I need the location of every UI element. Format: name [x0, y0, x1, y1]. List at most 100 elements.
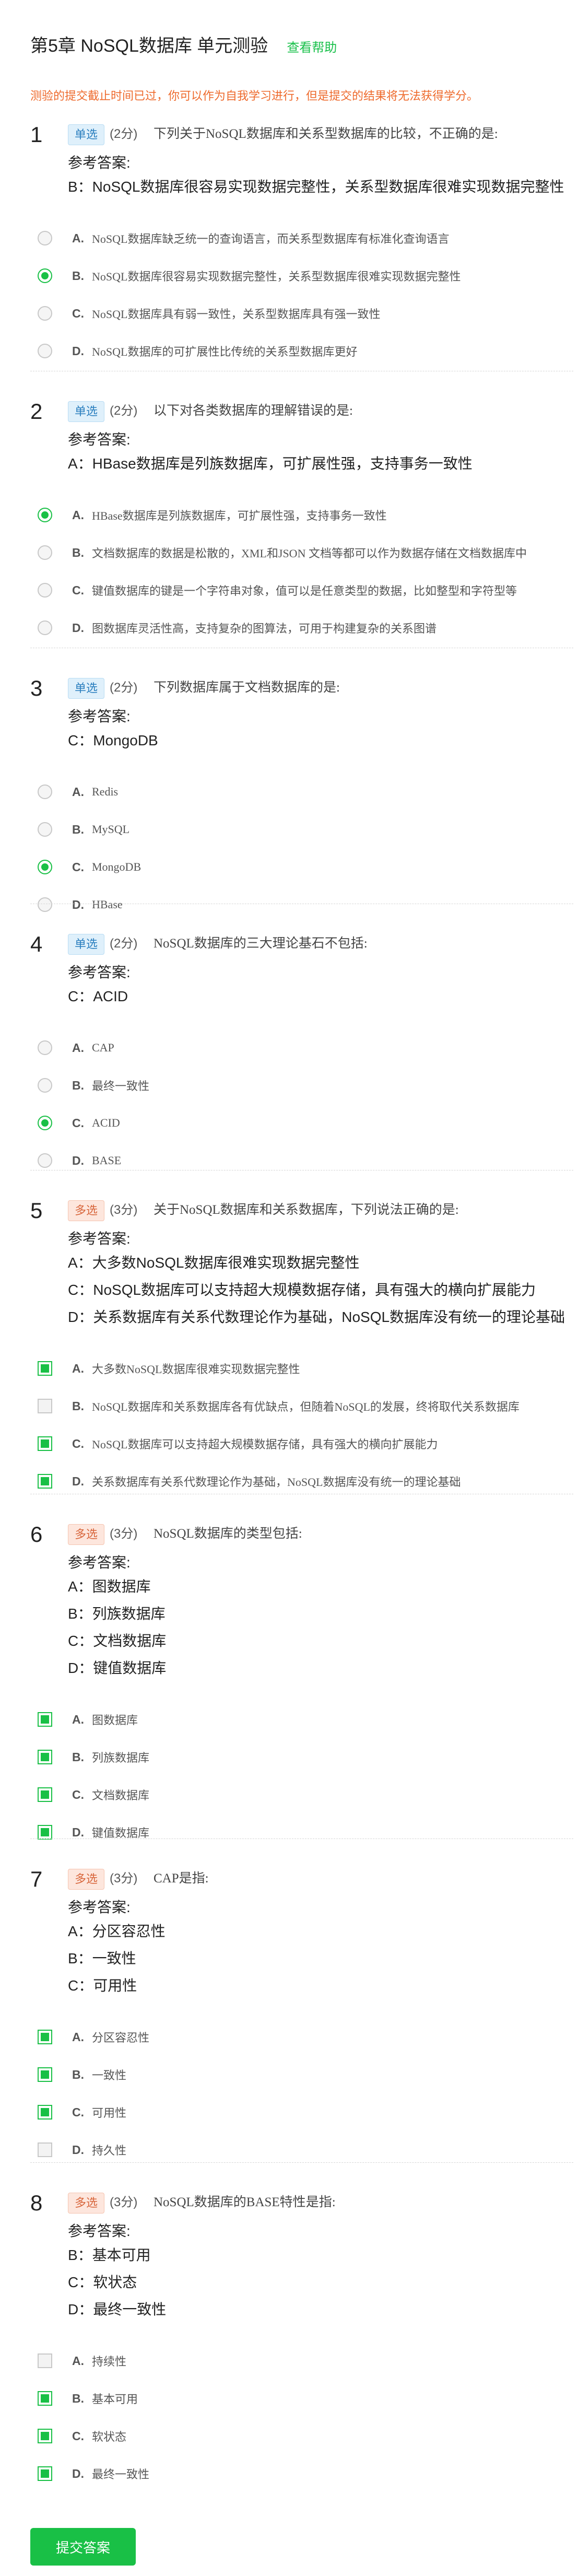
- option-b[interactable]: B. 基本可用: [30, 2380, 573, 2417]
- radio-button[interactable]: [38, 268, 52, 283]
- option-c[interactable]: C. MongoDB: [30, 848, 573, 886]
- checkbox[interactable]: [38, 2067, 52, 2082]
- question-4: 4 单选 (2分) NoSQL数据库的三大理论基石不包括: 参考答案: C：ACID A. C…: [30, 930, 573, 1179]
- option-list: A. 大多数NoSQL数据库很难实现数据完整性 B. NoSQL数据库和关系数据库各有…: [30, 1350, 573, 1500]
- question-type-badge: 多选: [68, 1869, 105, 1890]
- checkbox[interactable]: [38, 2030, 52, 2044]
- option-b[interactable]: B. 列族数据库: [30, 1738, 573, 1776]
- option-c[interactable]: C. 文档数据库: [30, 1776, 573, 1813]
- radio-button[interactable]: [38, 508, 52, 522]
- option-letter: C.: [72, 1787, 84, 1801]
- checkbox[interactable]: [38, 1474, 52, 1489]
- option-text: HBase: [92, 898, 123, 911]
- radio-button[interactable]: [38, 822, 52, 837]
- option-c[interactable]: C. NoSQL数据库具有弱一致性，关系型数据库具有强一致性: [30, 295, 573, 332]
- checkbox[interactable]: [38, 2142, 52, 2157]
- option-d[interactable]: D. 最终一致性: [30, 2455, 573, 2492]
- option-a[interactable]: A. 图数据库: [30, 1701, 573, 1738]
- radio-button[interactable]: [38, 1153, 52, 1168]
- option-a[interactable]: A. 持续性: [30, 2342, 573, 2380]
- checkbox[interactable]: [38, 1825, 52, 1840]
- question-type-badge: 单选: [68, 401, 105, 422]
- radio-button[interactable]: [38, 545, 52, 560]
- option-letter: A.: [72, 508, 84, 522]
- option-a[interactable]: A. HBase数据库是列族数据库，可扩展性强，支持事务一致性: [30, 496, 573, 534]
- radio-button[interactable]: [38, 860, 52, 874]
- option-d[interactable]: D. HBase: [30, 886, 573, 923]
- option-c[interactable]: C. 键值数据库的键是一个字符串对象，值可以是任意类型的数据，比如整型和字符型等: [30, 571, 573, 609]
- option-list: A. 持续性 B. 基本可用 C. 软状态 D. 最终一致性: [30, 2342, 573, 2492]
- option-text: 软状态: [92, 2430, 127, 2443]
- option-c[interactable]: C. 软状态: [30, 2417, 573, 2455]
- option-a[interactable]: A. Redis: [30, 773, 573, 811]
- help-link[interactable]: 查看帮助: [287, 37, 337, 55]
- option-letter: D.: [72, 1474, 84, 1488]
- question-3: 3 单选 (2分) 下列数据库属于文档数据库的是: 参考答案: C：MongoDB A. Re…: [30, 674, 573, 923]
- option-a[interactable]: A. CAP: [30, 1029, 573, 1067]
- question-5: 5 多选 (3分) 关于NoSQL数据库和关系数据库，下列说法正确的是: 参考答案: A：…: [30, 1196, 573, 1500]
- checkbox[interactable]: [38, 2391, 52, 2406]
- option-d[interactable]: D. 键值数据库: [30, 1813, 573, 1851]
- option-text: NoSQL数据库具有弱一致性，关系型数据库具有强一致性: [92, 308, 381, 321]
- option-a[interactable]: A. NoSQL数据库缺乏统一的查询语言，而关系型数据库有标准化查询语言: [30, 219, 573, 257]
- option-d[interactable]: D. 图数据库灵活性高，支持复杂的图算法，可用于构建复杂的关系图谱: [30, 609, 573, 647]
- checkbox[interactable]: [38, 1787, 52, 1802]
- checkbox[interactable]: [38, 2466, 52, 2481]
- option-text: 图数据库灵活性高，支持复杂的图算法，可用于构建复杂的关系图谱: [92, 622, 437, 635]
- option-d[interactable]: D. 持久性: [30, 2131, 573, 2169]
- checkbox[interactable]: [38, 1399, 52, 1413]
- submit-answer-button[interactable]: 提交答案: [30, 2528, 136, 2566]
- checkbox[interactable]: [38, 1436, 52, 1451]
- question-score: (3分): [110, 1203, 138, 1217]
- option-c[interactable]: C. NoSQL数据库可以支持超大规模数据存储，具有强大的横向扩展能力: [30, 1425, 573, 1462]
- option-letter: A.: [72, 1040, 84, 1055]
- checkbox[interactable]: [38, 2429, 52, 2443]
- checkbox[interactable]: [38, 2105, 52, 2120]
- option-b[interactable]: B. 文档数据库的数据是松散的，XML和JSON 文档等都可以作为数据存储在文档数…: [30, 534, 573, 571]
- question-number: 5: [30, 1198, 43, 1223]
- option-letter: A.: [72, 2353, 84, 2368]
- option-text: NoSQL数据库缺乏统一的查询语言，而关系型数据库有标准化查询语言: [92, 232, 450, 245]
- checkbox[interactable]: [38, 1361, 52, 1376]
- question-stem: NoSQL数据库的类型包括:: [154, 1527, 302, 1541]
- option-letter: C.: [72, 2105, 84, 2119]
- radio-button[interactable]: [38, 306, 52, 321]
- radio-button[interactable]: [38, 583, 52, 598]
- question-stem: NoSQL数据库的BASE特性是指:: [154, 2195, 336, 2209]
- radio-button[interactable]: [38, 620, 52, 635]
- option-a[interactable]: A. 大多数NoSQL数据库很难实现数据完整性: [30, 1350, 573, 1387]
- option-b[interactable]: B. NoSQL数据库很容易实现数据完整性，关系型数据库很难实现数据完整性: [30, 257, 573, 295]
- option-text: 最终一致性: [92, 2468, 150, 2481]
- option-d[interactable]: D. NoSQL数据库的可扩展性比传统的关系型数据库更好: [30, 332, 573, 370]
- radio-button[interactable]: [38, 1078, 52, 1093]
- option-letter: B.: [72, 545, 84, 559]
- option-a[interactable]: A. 分区容忍性: [30, 2018, 573, 2056]
- checkbox[interactable]: [38, 1712, 52, 1727]
- option-list: A. HBase数据库是列族数据库，可扩展性强，支持事务一致性 B. 文档数据库的数据…: [30, 496, 573, 647]
- option-letter: A.: [72, 231, 84, 245]
- option-text: ACID: [92, 1116, 120, 1129]
- radio-button[interactable]: [38, 784, 52, 799]
- radio-button[interactable]: [38, 344, 52, 358]
- checkbox[interactable]: [38, 1750, 52, 1764]
- option-c[interactable]: C. 可用性: [30, 2093, 573, 2131]
- option-text: 持续性: [92, 2355, 127, 2368]
- option-d[interactable]: D. BASE: [30, 1142, 573, 1179]
- radio-button[interactable]: [38, 1116, 52, 1130]
- reference-answer: A：HBase数据库是列族数据库，可扩展性强，支持事务一致性: [68, 455, 473, 472]
- radio-button[interactable]: [38, 1040, 52, 1055]
- reference-answer-label: 参考答案:: [68, 2223, 131, 2239]
- radio-button[interactable]: [38, 897, 52, 912]
- quiz-page: 第5章 NoSQL数据库 单元测验 查看帮助 测验的提交截止时间已过，你可以作为…: [0, 0, 578, 2576]
- radio-button[interactable]: [38, 231, 52, 245]
- option-c[interactable]: C. ACID: [30, 1104, 573, 1142]
- option-b[interactable]: B. 最终一致性: [30, 1067, 573, 1104]
- option-b[interactable]: B. MySQL: [30, 811, 573, 848]
- option-b[interactable]: B. 一致性: [30, 2056, 573, 2093]
- option-b[interactable]: B. NoSQL数据库和关系数据库各有优缺点，但随着NoSQL的发展，终将取代关系…: [30, 1387, 573, 1425]
- checkbox[interactable]: [38, 2353, 52, 2368]
- option-text: MySQL: [92, 823, 130, 836]
- option-d[interactable]: D. 关系数据库有关系代数理论作为基础，NoSQL数据库没有统一的理论基础: [30, 1462, 573, 1500]
- option-letter: B.: [72, 822, 84, 836]
- reference-answer: C：可用性: [68, 1977, 137, 1994]
